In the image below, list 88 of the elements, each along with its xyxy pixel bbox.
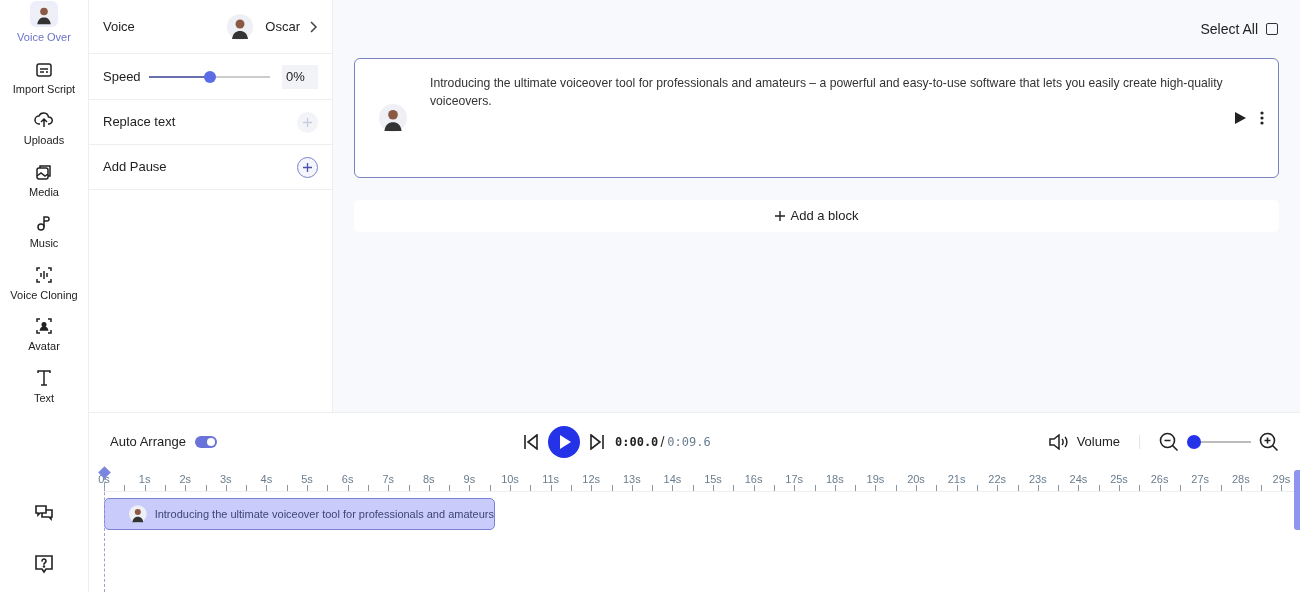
add-block-button[interactable]: Add a block bbox=[354, 200, 1279, 232]
ruler-label: 21s bbox=[947, 473, 966, 485]
zoom-in-icon[interactable] bbox=[1259, 431, 1279, 452]
zoom-slider[interactable] bbox=[1187, 434, 1251, 449]
ruler-label: 1s bbox=[138, 473, 151, 485]
ruler-label: 15s bbox=[704, 473, 722, 485]
ruler-label: 5s bbox=[301, 473, 313, 485]
ruler-label: 3s bbox=[220, 473, 232, 485]
nav-item[interactable]: Import Script bbox=[0, 51, 88, 103]
avatar-icon bbox=[227, 13, 254, 40]
auto-arrange-toggle[interactable] bbox=[194, 435, 217, 448]
skip-forward-icon[interactable] bbox=[589, 433, 605, 450]
volume-icon[interactable] bbox=[1048, 433, 1069, 450]
select-all-checkbox[interactable] bbox=[1266, 23, 1278, 35]
waveform-icon bbox=[36, 266, 52, 283]
caption-icon bbox=[36, 62, 52, 77]
ruler-label: 17s bbox=[785, 473, 804, 485]
ruler-label: 7s bbox=[382, 473, 394, 485]
chevron-right-icon[interactable] bbox=[308, 20, 318, 33]
upload-icon bbox=[34, 112, 54, 128]
auto-arrange-label: Auto Arrange bbox=[110, 432, 186, 451]
audio-clip[interactable]: Introducing the ultimate voiceover tool for professionals and amateurs bbox=[104, 498, 495, 530]
ruler-label: 28s bbox=[1231, 473, 1250, 485]
chat-icon[interactable] bbox=[34, 504, 54, 524]
volume-label[interactable]: Volume bbox=[1076, 431, 1120, 452]
ruler-label: 13s bbox=[622, 473, 641, 485]
speed-label: Speed bbox=[103, 67, 142, 86]
ruler-label: 27s bbox=[1191, 473, 1210, 485]
nav-item[interactable]: Avatar bbox=[0, 309, 88, 361]
ruler-label: 18s bbox=[825, 473, 844, 485]
zoom-out-icon[interactable] bbox=[1159, 431, 1179, 452]
current-time: 0:00.0 bbox=[615, 433, 659, 451]
speed-slider[interactable] bbox=[149, 70, 270, 83]
voice-label: Voice bbox=[103, 17, 135, 36]
voice-name[interactable]: Oscar bbox=[261, 16, 300, 37]
clip-text: Introducing the ultimate voiceover tool for professionals and amateurs bbox=[154, 506, 494, 522]
option-label: Replace text bbox=[103, 113, 176, 132]
ruler-label: 0s bbox=[98, 473, 110, 485]
script-text[interactable]: Introducing the ultimate voiceover tool for professionals and amateurs – a powerful and easy-to-use software that lets you easily create high-quality voiceovers. bbox=[430, 74, 1225, 110]
ruler-label: 25s bbox=[1110, 473, 1128, 485]
plus-icon bbox=[303, 117, 312, 127]
nav-item[interactable]: Uploads bbox=[0, 103, 88, 155]
option-label: Add Pause bbox=[103, 158, 167, 177]
ruler-label: 24s bbox=[1069, 473, 1088, 485]
ruler-label: 4s bbox=[260, 473, 273, 485]
person-frame-icon bbox=[36, 318, 52, 334]
add-button[interactable] bbox=[297, 156, 318, 178]
playhead[interactable] bbox=[99, 468, 109, 592]
avatar-icon bbox=[378, 104, 407, 132]
plus-icon bbox=[774, 211, 785, 221]
total-time: 0:09.6 bbox=[667, 433, 711, 451]
play-icon[interactable] bbox=[1234, 112, 1246, 124]
nav-item[interactable]: Voice Over bbox=[0, 0, 88, 52]
skip-back-icon[interactable] bbox=[523, 433, 539, 450]
scroll-handle[interactable] bbox=[1294, 470, 1300, 530]
ruler-label: 11s bbox=[542, 473, 560, 485]
ruler-label: 23s bbox=[1028, 473, 1047, 485]
ruler-label: 22s bbox=[988, 473, 1007, 485]
ruler-label: 8s bbox=[423, 473, 435, 485]
nav-item[interactable]: Text bbox=[0, 360, 88, 412]
select-all-label[interactable]: Select All bbox=[1200, 18, 1258, 40]
play-button[interactable] bbox=[548, 425, 580, 458]
ruler-label: 12s bbox=[582, 473, 601, 485]
ruler-label: 9s bbox=[463, 473, 476, 485]
plus-icon bbox=[303, 162, 312, 172]
slider-thumb[interactable] bbox=[203, 70, 216, 83]
avatar-icon bbox=[33, 3, 55, 25]
script-block[interactable]: Introducing the ultimate voiceover tool for professionals and amateurs – a powerful and easy-to-use software that lets you easily create high-quality voiceovers. bbox=[354, 58, 1279, 178]
nav-item[interactable]: Media bbox=[0, 154, 88, 206]
text-icon bbox=[37, 369, 51, 386]
ruler-label: 20s bbox=[907, 473, 925, 485]
help-icon[interactable] bbox=[34, 554, 54, 574]
nav-item[interactable]: Voice Cloning bbox=[0, 257, 88, 309]
ruler-label: 16s bbox=[744, 473, 763, 485]
music-note-icon bbox=[37, 215, 51, 231]
ruler-label: 10s bbox=[501, 473, 519, 485]
nav-item[interactable]: Music bbox=[0, 206, 88, 258]
more-icon[interactable] bbox=[1260, 111, 1264, 125]
avatar-icon bbox=[129, 504, 147, 524]
ruler-label: 26s bbox=[1150, 473, 1169, 485]
slider-thumb[interactable] bbox=[1187, 434, 1201, 449]
ruler-label: 6s bbox=[341, 473, 354, 485]
ruler-label: 2s bbox=[179, 473, 191, 485]
ruler-label: 19s bbox=[866, 473, 885, 485]
ruler-label: 29s bbox=[1272, 473, 1291, 485]
images-icon bbox=[36, 163, 52, 180]
ruler-label: 14s bbox=[663, 473, 682, 485]
speed-value-field[interactable]: 0% bbox=[282, 64, 318, 89]
